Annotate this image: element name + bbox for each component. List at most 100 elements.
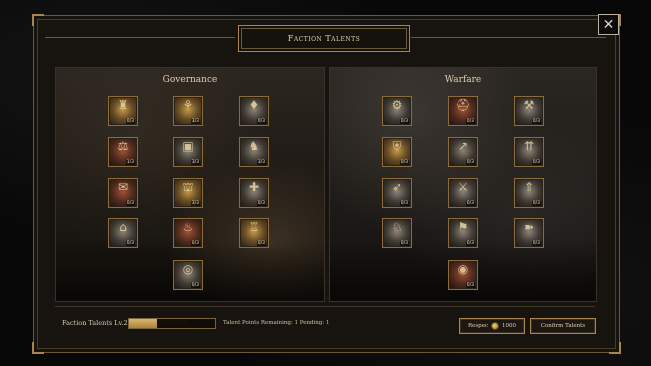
close-icon: ✕: [602, 16, 615, 33]
xp-progress-text: 3318/10000: [156, 320, 188, 326]
talent-node[interactable]: ⚖ 1/3: [108, 137, 138, 167]
footer-divider: [55, 306, 595, 307]
frame-corner: [609, 342, 621, 354]
faction-level-label: Faction Talents Lv.22: [62, 319, 132, 327]
talent-count: 3/3: [190, 160, 200, 165]
window-title: Faction Talents: [287, 34, 361, 43]
talent-count: 0/3: [399, 201, 409, 206]
treasure-icon: ♦: [248, 98, 260, 112]
arrows-icon: ⇈: [523, 139, 535, 153]
talent-node[interactable]: ♦ 0/3: [239, 96, 269, 126]
frame-corner: [32, 14, 44, 26]
war-drum-icon: ◉: [457, 262, 469, 276]
scroll-icon: ✉: [117, 180, 129, 194]
talent-count: 0/3: [531, 241, 541, 246]
talent-node[interactable]: ↗ 0/3: [448, 137, 478, 167]
confirm-talents-label: Confirm Talents: [540, 323, 586, 329]
talent-node[interactable]: ⇑ 0/3: [514, 178, 544, 208]
talent-count: 0/3: [256, 241, 266, 246]
spear-icon: ↗: [457, 139, 469, 153]
talent-count: 1/3: [125, 160, 135, 165]
talent-node[interactable]: ◉ 0/3: [448, 260, 478, 290]
talent-node[interactable]: ♨ 0/3: [173, 218, 203, 248]
talent-count: 0/3: [399, 119, 409, 124]
castle-icon: ♜: [117, 98, 129, 112]
governance-heading: Governance: [162, 75, 218, 85]
arrowhead-icon: ⇑: [523, 180, 535, 194]
gate-icon: ⛫: [182, 180, 194, 194]
talent-node[interactable]: ▣ 3/3: [173, 137, 203, 167]
horse-icon: ♞: [248, 139, 260, 153]
talent-node[interactable]: ♖ 0/3: [239, 218, 269, 248]
talent-count: 0/3: [531, 201, 541, 206]
talent-node[interactable]: ⚑ 0/3: [448, 218, 478, 248]
talent-count: 0/3: [399, 241, 409, 246]
talent-count: 0/3: [531, 160, 541, 165]
tower-icon: ♖: [248, 220, 260, 234]
talent-node[interactable]: ⚙ 0/3: [382, 96, 412, 126]
talent-count: 0/3: [256, 119, 266, 124]
wheat-icon: ⚘: [182, 98, 194, 112]
talent-node[interactable]: ♜ 0/3: [108, 96, 138, 126]
scales-icon: ⚖: [117, 139, 129, 153]
respec-button[interactable]: Respec 1000: [459, 318, 525, 334]
coins-icon: ◎: [182, 262, 194, 276]
crossed-swords-icon: ⚔: [457, 180, 469, 194]
fire-icon: ♨: [182, 220, 194, 234]
battering-ram-icon: ➽: [523, 220, 535, 234]
title-divider-right: [411, 37, 606, 38]
helmet-icon: ⛑: [455, 98, 471, 112]
talent-count: 0/3: [465, 241, 475, 246]
talent-node[interactable]: ⛫ 3/3: [173, 178, 203, 208]
talent-count: 0/3: [190, 283, 200, 288]
house-icon: ⌂: [119, 220, 127, 234]
knight-icon: ♘: [391, 220, 403, 234]
talent-count: 0/3: [125, 119, 135, 124]
talent-count: 0/3: [125, 201, 135, 206]
talent-count: 3/3: [190, 201, 200, 206]
talent-node[interactable]: ◎ 0/3: [173, 260, 203, 290]
chest-icon: ▣: [182, 139, 194, 153]
talent-node[interactable]: ➶ 0/3: [382, 178, 412, 208]
cross-icon: ✚: [248, 180, 260, 194]
talent-node[interactable]: ✚ 0/3: [239, 178, 269, 208]
talent-node[interactable]: ⛨ 0/3: [382, 137, 412, 167]
talent-count: 0/3: [531, 119, 541, 124]
close-button[interactable]: ✕: [598, 14, 619, 35]
talent-count: 0/3: [465, 119, 475, 124]
talent-node[interactable]: ♞ 3/3: [239, 137, 269, 167]
talent-node[interactable]: ⌂ 0/3: [108, 218, 138, 248]
talent-node[interactable]: ⛑ 0/3: [448, 96, 478, 126]
xp-progress-bar: 3318/10000: [128, 318, 216, 329]
cannon-icon: ⚙: [391, 98, 403, 112]
talent-points-status: Talent Points Remaining: 1 Pending: 1: [223, 320, 330, 326]
talent-node[interactable]: ✉ 0/3: [108, 178, 138, 208]
talent-count: 0/3: [256, 201, 266, 206]
talent-count: 3/3: [256, 160, 266, 165]
frame-corner: [32, 342, 44, 354]
talent-node[interactable]: ⚒ 0/3: [514, 96, 544, 126]
talent-count: 0/3: [125, 241, 135, 246]
talent-count: 0/3: [399, 160, 409, 165]
shield-icon: ⛨: [392, 139, 402, 153]
warfare-panel: Warfare ⚙ 0/3 ⛑ 0/3 ⚒ 0/3 ⛨ 0/3 ↗ 0/3 ⇈ 0/3 ➶ 0/3 ⚔ 0/3…: [329, 67, 597, 302]
talent-node[interactable]: ⇈ 0/3: [514, 137, 544, 167]
talent-count: 0/3: [465, 201, 475, 206]
warfare-heading: Warfare: [444, 75, 482, 85]
talent-node[interactable]: ⚘ 3/3: [173, 96, 203, 126]
talent-node[interactable]: ➽ 0/3: [514, 218, 544, 248]
siege-icon: ⚑: [457, 220, 469, 234]
talent-count: 0/3: [190, 241, 200, 246]
confirm-talents-button[interactable]: Confirm Talents: [530, 318, 596, 334]
title-divider-left: [45, 37, 235, 38]
talent-count: 3/3: [190, 119, 200, 124]
respec-cost: 1000: [502, 323, 517, 329]
window-title-box: Faction Talents: [238, 25, 410, 52]
respec-label: Respec: [467, 323, 489, 329]
talent-count: 0/3: [465, 160, 475, 165]
anvil-icon: ⚒: [523, 98, 535, 112]
archer-icon: ➶: [391, 180, 403, 194]
talent-count: 0/3: [465, 283, 475, 288]
talent-node[interactable]: ♘ 0/3: [382, 218, 412, 248]
talent-node[interactable]: ⚔ 0/3: [448, 178, 478, 208]
